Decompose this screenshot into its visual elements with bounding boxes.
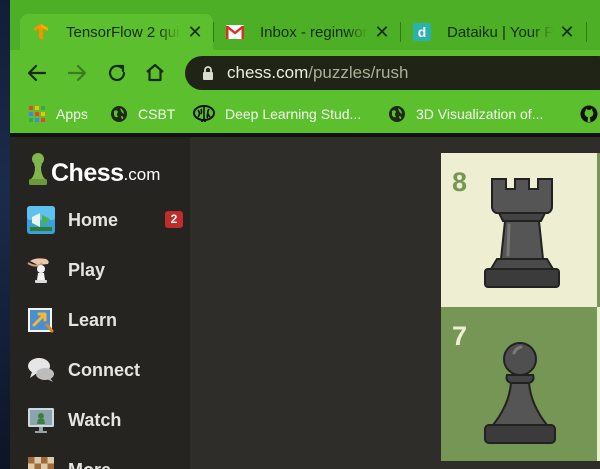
address-bar[interactable]: chess.com/puzzles/rush (185, 56, 600, 90)
black-pawn-icon[interactable] (477, 341, 563, 449)
board-square-rank-7[interactable]: 7 (441, 307, 597, 461)
play-hand-icon (27, 258, 49, 283)
sidebar-item-connect[interactable]: Connect (10, 349, 190, 391)
notification-badge: 2 (165, 211, 183, 228)
close-tab-icon[interactable]: ✕ (187, 23, 203, 41)
browser-window: TensorFlow 2 qui ✕ Inbox - reginwor ✕ d … (10, 0, 600, 469)
home-icon (27, 206, 55, 234)
browser-toolbar: chess.com/puzzles/rush (10, 50, 600, 95)
tensorflow-icon (32, 23, 50, 41)
tab-title: Inbox - reginwor (260, 23, 368, 41)
dataiku-icon: d (413, 23, 431, 41)
close-tab-icon[interactable]: ✕ (559, 23, 575, 41)
desktop-background (0, 0, 10, 469)
close-tab-icon[interactable]: ✕ (374, 23, 390, 41)
board-square-rank-8[interactable]: 8 (441, 153, 597, 307)
more-board-icon (28, 457, 54, 469)
bookmark-deep-learning[interactable]: Deep Learning Stud... (193, 95, 361, 133)
tab-strip: TensorFlow 2 qui ✕ Inbox - reginwor ✕ d … (10, 0, 600, 50)
lock-icon (203, 66, 213, 80)
back-button[interactable] (24, 60, 50, 86)
forward-arrow-icon (67, 64, 87, 82)
rank-coordinate: 8 (452, 167, 468, 197)
tab-dataiku[interactable]: d Dataiku | Your Pa ✕ (401, 14, 585, 50)
bookmarks-bar: Apps CSBT Deep Learning Stud... 3D Visua… (10, 95, 600, 133)
bookmark-csbt[interactable]: CSBT (110, 95, 175, 133)
github-icon (580, 105, 598, 123)
gmail-icon (226, 23, 244, 41)
sidebar-item-home[interactable]: Home 2 (10, 199, 190, 241)
sidebar-item-label: Watch (68, 409, 122, 430)
forward-button[interactable] (64, 60, 90, 86)
pawn-logo-icon (29, 153, 47, 185)
black-rook-icon[interactable] (475, 175, 569, 293)
logo-wordmark: Chess (51, 159, 124, 187)
sidebar-item-label: Home (68, 209, 119, 230)
chess-logo[interactable]: Chess .com (26, 151, 160, 187)
tab-title: Dataiku | Your Pa (447, 23, 553, 41)
sidebar-item-watch[interactable]: Watch (10, 399, 190, 441)
sidebar-item-label: Play (68, 259, 106, 280)
page-content: Chess .com Home 2 Play Learn Connect Wat… (10, 133, 600, 469)
sidebar-item-more[interactable]: More (10, 449, 190, 469)
url-text: chess.com/puzzles/rush (227, 63, 408, 83)
globe-icon (388, 105, 406, 123)
bookmark-github[interactable] (580, 95, 600, 133)
tab-inbox[interactable]: Inbox - reginwor ✕ (214, 14, 400, 50)
tab-title: TensorFlow 2 qui (66, 23, 180, 41)
globe-icon (110, 105, 128, 123)
bookmark-3d-visualization[interactable]: 3D Visualization of... (388, 95, 543, 133)
site-sidebar: Chess .com Home 2 Play Learn Connect Wat… (10, 137, 190, 469)
sidebar-item-learn[interactable]: Learn (10, 299, 190, 341)
connect-chat-icon (28, 358, 54, 382)
rank-coordinate: 7 (452, 321, 468, 351)
url-path: /puzzles/rush (308, 63, 409, 82)
sidebar-item-label: More (68, 460, 111, 469)
sidebar-item-label: Connect (68, 359, 140, 380)
tab-tensorflow[interactable]: TensorFlow 2 qui ✕ (20, 14, 213, 50)
reload-icon (108, 64, 126, 82)
learn-icon (28, 308, 54, 333)
logo-suffix: .com (123, 165, 161, 184)
chess-board: 8 7 (441, 153, 600, 469)
tab-separator (586, 22, 587, 42)
sidebar-item-label: Learn (68, 309, 118, 330)
sidebar-item-play[interactable]: Play (10, 249, 190, 291)
watch-monitor-icon (28, 408, 54, 433)
home-icon (146, 63, 164, 82)
reload-button[interactable] (104, 60, 130, 86)
url-domain: chess.com (227, 63, 309, 82)
home-button[interactable] (142, 60, 168, 86)
back-arrow-icon (27, 64, 47, 82)
apps-grid-icon (28, 105, 46, 123)
brain-icon (193, 105, 215, 123)
bookmark-apps[interactable]: Apps (28, 95, 88, 133)
